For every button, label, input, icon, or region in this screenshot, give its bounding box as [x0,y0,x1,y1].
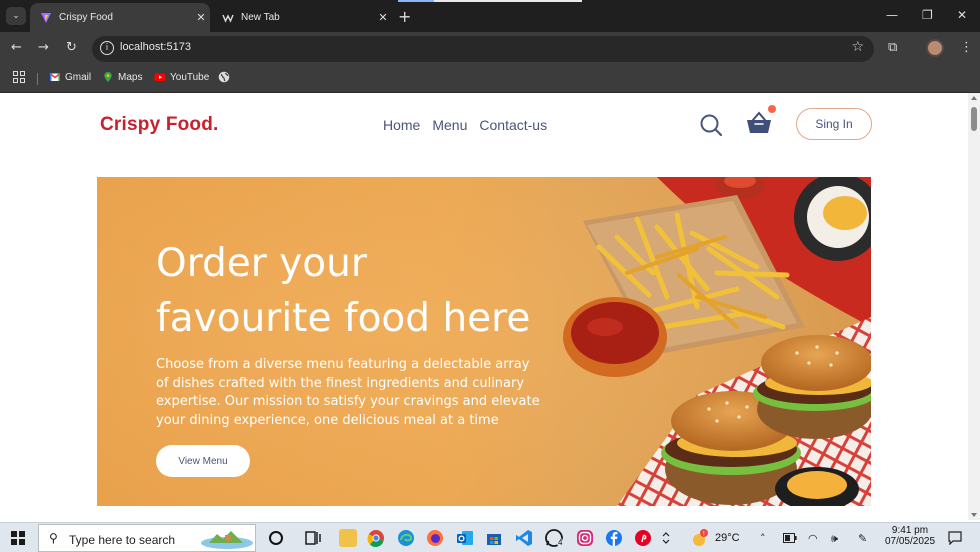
site-info-icon[interactable]: i [100,41,114,55]
forward-icon[interactable]: → [38,40,49,55]
new-tab-favicon-icon [222,13,234,23]
firefox-icon[interactable] [426,529,444,547]
tab-new-tab[interactable]: New Tab ✕ [212,3,392,32]
hero-title: Order your favourite food here [156,236,576,346]
hero-title-line: Order your [156,241,367,286]
tab-loading-bar [398,0,434,2]
task-view-icon[interactable] [304,529,322,547]
clock[interactable]: 9:41 pm 07/05/2025 [884,525,936,547]
pinterest-icon[interactable] [634,529,652,547]
page-scrollbar[interactable] [968,93,980,520]
bookmark-label: Maps [118,71,143,83]
tab-loading-bar-track [434,0,582,2]
reload-icon[interactable]: ↻ [66,40,77,55]
hero-title-line: favourite food here [156,296,531,341]
instagram-icon[interactable] [576,529,594,547]
facebook-icon[interactable] [605,529,623,547]
sign-in-button[interactable]: Sing In [796,108,872,140]
bookmark-separator [37,73,38,85]
weather-alert-icon: ! [693,529,708,546]
taskbar-search-placeholder: Type here to search [69,533,176,547]
page-viewport: Crispy Food. Home Menu Contact-us Sing I… [0,93,968,520]
volume-icon[interactable]: 🕪 [831,532,838,546]
cart-notification-dot [768,105,776,113]
hero-banner: Order your favourite food here Choose fr… [97,177,871,506]
clock-date: 07/05/2025 [884,536,936,547]
pen-workspace-icon[interactable]: ✎ [858,532,867,545]
close-window-icon[interactable]: ✕ [957,8,967,22]
vscode-icon[interactable] [515,529,533,547]
maps-icon [104,72,112,82]
edge-icon[interactable] [397,529,415,547]
apps-grid-icon[interactable] [13,71,25,83]
hidden-apps-chevron-icon[interactable] [661,531,671,545]
file-explorer-icon[interactable] [339,529,357,547]
bookmark-label: Gmail [65,71,92,83]
address-bar[interactable]: i localhost:5173 ☆ [92,36,874,62]
weather-temperature: 29°C [715,532,740,544]
back-icon[interactable]: ← [11,40,22,55]
chrome-icon[interactable] [367,529,385,547]
scroll-down-arrow-icon[interactable] [971,513,977,517]
extensions-icon[interactable]: ⧉ [888,40,897,55]
restore-icon[interactable]: ❐ [922,8,933,22]
whatsapp-app[interactable]: 4 [544,528,564,552]
tab-title: New Tab [241,12,280,23]
hero-description: Choose from a diverse menu featuring a d… [156,357,540,428]
weather-widget[interactable]: ! 29°C [690,528,740,548]
close-tab-icon[interactable]: ✕ [374,11,392,24]
bookmarks-bar: Gmail Maps YouTube [0,65,980,93]
main-nav: Home Menu Contact-us [383,117,547,133]
new-tab-button[interactable]: + [398,7,411,26]
minimize-icon[interactable]: — [886,8,898,22]
bookmark-youtube[interactable]: YouTube [154,71,209,83]
notifications-icon[interactable] [948,531,962,545]
nav-contact-us[interactable]: Contact-us [479,117,547,133]
view-menu-button[interactable]: View Menu [156,445,250,477]
tray-overflow-icon[interactable]: ˄ [760,532,766,545]
bookmark-label: YouTube [170,71,210,83]
clock-time: 9:41 pm [891,525,929,536]
close-tab-icon[interactable]: ✕ [192,11,210,24]
tab-crispy-food[interactable]: Crispy Food ✕ [30,3,210,32]
search-icon: ⚲ [49,531,58,545]
browser-toolbar: ← → ↻ i localhost:5173 ☆ ⧉ ⋮ [0,32,980,65]
tab-title: Crispy Food [59,12,113,23]
scroll-thumb[interactable] [971,107,977,131]
kebab-menu-icon[interactable]: ⋮ [960,40,973,55]
bookmark-star-icon[interactable]: ☆ [851,39,864,55]
site-logo[interactable]: Crispy Food. [100,114,219,136]
bookmark-gmail[interactable]: Gmail [49,71,91,83]
vite-favicon-icon [41,12,51,23]
gmail-icon [49,72,61,81]
youtube-icon [154,73,166,81]
profile-avatar[interactable] [926,39,944,57]
taskbar-search-box[interactable]: ⚲ Type here to search [38,524,256,552]
battery-icon[interactable] [783,533,797,543]
microsoft-store-icon[interactable] [485,529,503,547]
search-highlight-illustration-icon [201,531,253,549]
windows-start-icon[interactable] [11,531,25,545]
tab-strip: ⌄ Crispy Food ✕ New Tab ✕ + — ❐ ✕ [0,0,980,32]
nav-menu[interactable]: Menu [432,117,467,133]
tab-search-button[interactable]: ⌄ [6,7,26,25]
svg-text:!: ! [703,531,705,538]
bookmark-maps[interactable]: Maps [102,71,142,83]
windows-taskbar: ⚲ Type here to search 4 ! 29°C ˄ ◠ 🕪 ✎ 9… [0,522,980,552]
scroll-up-arrow-icon[interactable] [971,96,977,100]
globe-icon[interactable] [218,71,230,83]
url-text[interactable]: localhost:5173 [120,41,191,53]
wifi-icon[interactable]: ◠ [808,532,818,545]
nav-home[interactable]: Home [383,117,420,133]
outlook-icon[interactable] [456,529,474,547]
basket-icon[interactable] [746,111,772,135]
search-icon[interactable] [699,113,723,137]
cortana-icon[interactable] [267,529,285,547]
